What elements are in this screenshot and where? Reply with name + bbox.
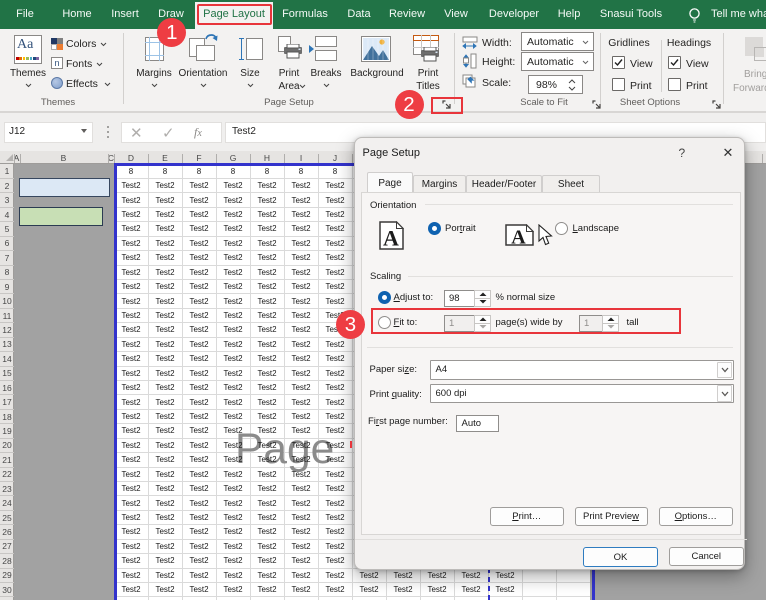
svg-text:A: A (511, 227, 526, 247)
svg-text:A: A (383, 226, 399, 251)
